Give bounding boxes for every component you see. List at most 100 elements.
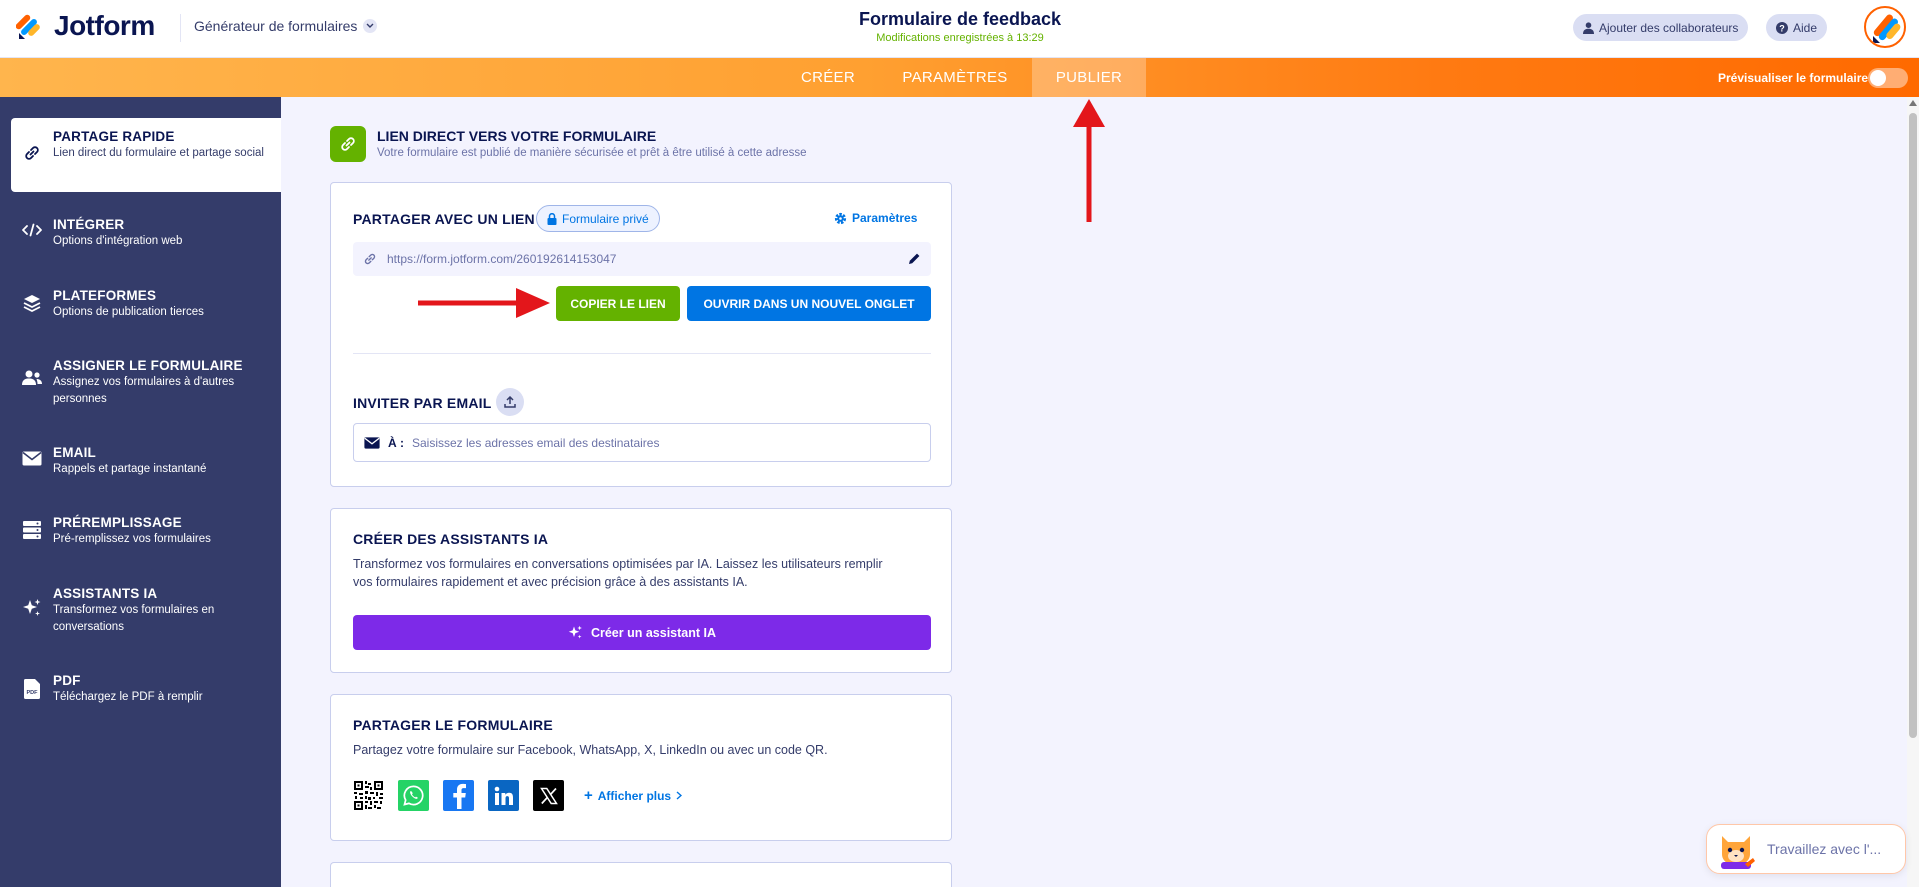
code-icon (11, 215, 53, 255)
sidebar-item-subtitle: Options d'intégration web (53, 235, 183, 247)
sidebar-item-email[interactable]: EMAIL Rappels et partage instantané (11, 443, 281, 483)
tab-creer[interactable]: CRÉER (790, 58, 866, 97)
sidebar-item-title: PRÉREMPLISSAGE (53, 515, 182, 530)
top-header: Jotform Générateur de formulaires Formul… (0, 0, 1919, 58)
header-separator (180, 14, 181, 42)
link-icon (11, 118, 53, 192)
sidebar-item-subtitle: Téléchargez le PDF à remplir (53, 691, 203, 703)
pencil-icon[interactable] (907, 252, 921, 266)
form-url: https://form.jotform.com/260192614153047 (387, 252, 617, 266)
upload-icon (504, 396, 516, 408)
copy-link-button[interactable]: COPIER LE LIEN (556, 286, 680, 321)
avatar[interactable] (1864, 6, 1906, 48)
direct-link-title: LIEN DIRECT VERS VOTRE FORMULAIRE (377, 128, 657, 144)
builder-nav: CRÉER PARAMÈTRES PUBLIER Prévisualiser l… (0, 58, 1919, 97)
private-form-badge[interactable]: Formulaire privé (536, 205, 660, 232)
show-more-label: Afficher plus (597, 788, 672, 803)
svg-text:PDF: PDF (27, 690, 39, 696)
share-form-title: PARTAGER LE FORMULAIRE (353, 717, 553, 733)
scrollbar-thumb[interactable] (1909, 113, 1917, 738)
sidebar-item-subtitle: Pré-remplissez vos formulaires (53, 533, 211, 545)
x-icon[interactable] (533, 780, 564, 811)
sidebar-item-title: PLATEFORMES (53, 288, 157, 303)
card-divider (353, 353, 931, 354)
sidebar-item-title: ASSIGNER LE FORMULAIRE (53, 358, 243, 373)
link-settings-button[interactable]: Paramètres (834, 211, 917, 225)
question-icon: ? (1776, 21, 1788, 34)
create-ai-assistant-button[interactable]: Créer un assistant IA (353, 615, 931, 650)
sidebar-item-title: EMAIL (53, 445, 96, 460)
show-more-button[interactable]: + Afficher plus (584, 788, 683, 803)
ai-assistants-card: CRÉER DES ASSISTANTS IA Transformez vos … (330, 508, 952, 673)
linkedin-icon[interactable] (488, 780, 519, 811)
annotation-arrow-right-icon (418, 288, 550, 318)
direct-link-subtitle: Votre formulaire est publié de manière s… (377, 147, 807, 159)
share-link-card: PARTAGER AVEC UN LIEN Formulaire privé P… (330, 182, 952, 487)
envelope-icon (11, 443, 53, 483)
lock-icon (547, 212, 557, 225)
gear-icon (834, 212, 847, 224)
sidebar-item-preremplissage[interactable]: PRÉREMPLISSAGE Pré-remplissez vos formul… (11, 513, 281, 553)
layers-icon (11, 286, 53, 326)
ai-desc-line: vos formulaires rapidement et avec préci… (353, 575, 748, 589)
jotform-logo[interactable]: Jotform (15, 10, 155, 42)
social-share-row: + Afficher plus (353, 780, 683, 811)
jotform-logo-icon (15, 11, 46, 41)
sidebar-item-subtitle: Assignez vos formulaires à d'autres pers… (53, 376, 235, 405)
sidebar-item-title: PDF (53, 673, 81, 688)
form-title[interactable]: Formulaire de feedback (760, 9, 1160, 30)
email-recipients-field[interactable]: À : Saisissez les adresses email des des… (353, 423, 931, 462)
link-settings-label: Paramètres (852, 211, 918, 225)
ai-card-title: CRÉER DES ASSISTANTS IA (353, 531, 549, 547)
chevron-down-icon (363, 19, 378, 33)
sidebar-item-partage-rapide[interactable]: PARTAGE RAPIDE Lien direct du formulaire… (11, 118, 281, 192)
brand-name: Jotform (54, 10, 155, 41)
envelope-icon (364, 436, 380, 449)
share-link-title: PARTAGER AVEC UN LIEN (353, 211, 535, 227)
scroll-up-arrow-icon[interactable] (1909, 100, 1917, 106)
users-icon (11, 356, 53, 412)
sidebar-item-title: INTÉGRER (53, 217, 125, 232)
share-form-card: PARTAGER LE FORMULAIRE Partagez votre fo… (330, 694, 952, 841)
private-form-label: Formulaire privé (562, 211, 649, 226)
preview-form-label: Prévisualiser le formulaire (1718, 71, 1869, 85)
sparkle-icon (11, 584, 53, 640)
ai-desc-line: Transformez vos formulaires en conversat… (353, 557, 883, 571)
preview-form-toggle[interactable] (1868, 68, 1908, 88)
chevron-right-icon (676, 791, 683, 800)
form-title-block: Formulaire de feedback Modifications enr… (760, 9, 1160, 44)
sidebar-item-pdf[interactable]: PDF PDF Téléchargez le PDF à remplir (11, 671, 281, 711)
sidebar-item-assistants-ia[interactable]: ASSISTANTS IA Transformez vos formulaire… (11, 584, 281, 640)
sidebar-item-integrer[interactable]: INTÉGRER Options d'intégration web (11, 215, 281, 255)
next-card-partial (330, 862, 952, 887)
ai-agent-chat-widget[interactable]: Travaillez avec l'... (1706, 824, 1906, 874)
builder-dropdown[interactable]: Générateur de formulaires (194, 18, 378, 34)
sidebar-item-subtitle: Lien direct du formulaire et partage soc… (53, 147, 264, 159)
form-url-field[interactable]: https://form.jotform.com/260192614153047 (353, 242, 931, 276)
open-new-tab-button[interactable]: OUVRIR DANS UN NOUVEL ONGLET (687, 286, 931, 321)
tab-parametres[interactable]: PARAMÈTRES (890, 58, 1020, 97)
help-button[interactable]: ? Aide (1766, 14, 1828, 41)
sparkle-icon (568, 625, 582, 639)
sidebar-item-subtitle: Rappels et partage instantané (53, 463, 207, 475)
avatar-icon (1873, 14, 1901, 43)
email-placeholder: Saisissez les adresses email des destina… (412, 435, 660, 450)
help-label: Aide (1793, 20, 1818, 35)
stack-icon (11, 513, 53, 553)
sidebar-item-assigner[interactable]: ASSIGNER LE FORMULAIRE Assignez vos form… (11, 356, 281, 412)
add-collaborators-label: Ajouter des collaborateurs (1599, 20, 1739, 35)
facebook-icon[interactable] (443, 780, 474, 811)
link-icon (364, 253, 376, 265)
publish-sidebar: PARTAGE RAPIDE Lien direct du formulaire… (0, 97, 281, 887)
sidebar-item-title: ASSISTANTS IA (53, 586, 158, 601)
tab-publier[interactable]: PUBLIER (1032, 58, 1146, 97)
user-icon (1583, 21, 1594, 34)
svg-text:?: ? (1779, 23, 1785, 33)
sidebar-item-plateformes[interactable]: PLATEFORMES Options de publication tierc… (11, 286, 281, 326)
whatsapp-icon[interactable] (398, 780, 429, 811)
add-collaborators-button[interactable]: Ajouter des collaborateurs (1573, 14, 1749, 41)
qr-code-icon[interactable] (353, 780, 384, 811)
pdf-icon: PDF (11, 671, 53, 711)
share-form-description: Partagez votre formulaire sur Facebook, … (353, 743, 828, 757)
upload-contacts-button[interactable] (496, 388, 524, 416)
